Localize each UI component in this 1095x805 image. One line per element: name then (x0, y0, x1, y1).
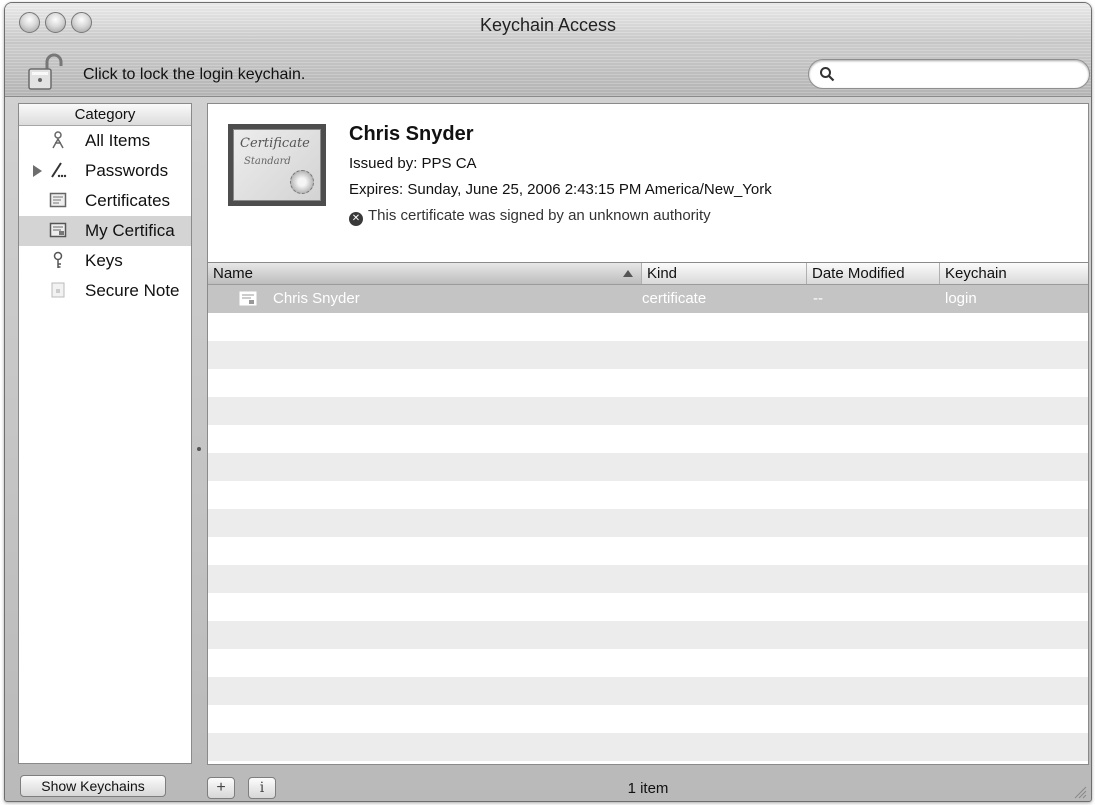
empty-table-row (208, 537, 1088, 565)
certificate-warning: ✕ This certificate was signed by an unkno… (349, 207, 711, 226)
column-header-kind[interactable]: Kind (642, 263, 807, 284)
keychain-access-window: Keychain Access Click to lock the login … (4, 2, 1092, 802)
toolbar: Click to lock the login keychain. (5, 45, 1091, 97)
empty-table-row (208, 313, 1088, 341)
sidebar-item-my-certificates[interactable]: My Certifica (19, 216, 191, 246)
cell-name: Chris Snyder (273, 290, 360, 307)
empty-table-row (208, 481, 1088, 509)
empty-table-row (208, 509, 1088, 537)
lock-keychain-label[interactable]: Click to lock the login keychain. (83, 66, 305, 84)
empty-table-row (208, 397, 1088, 425)
my-certificates-icon (49, 222, 67, 238)
passwords-icon (51, 162, 67, 178)
search-field[interactable] (808, 59, 1090, 89)
disclosure-triangle-icon[interactable] (33, 165, 42, 177)
error-icon: ✕ (349, 212, 363, 226)
table-row[interactable]: Chris Snyder certificate -- login (208, 285, 1088, 313)
sidebar-item-label: Secure Note (85, 281, 180, 300)
all-items-icon (52, 131, 64, 149)
certificate-paper-icon: Certificate Standard (233, 129, 321, 201)
unlocked-padlock-icon (28, 53, 63, 90)
certificate-seal-icon (290, 170, 314, 194)
empty-table-row (208, 593, 1088, 621)
category-header: Category (19, 104, 191, 126)
sidebar-item-certificates[interactable]: Certificates (19, 186, 191, 216)
resize-grip-icon[interactable] (1071, 783, 1087, 799)
empty-table-row (208, 705, 1088, 733)
empty-table-row (208, 565, 1088, 593)
sidebar-item-label: Passwords (85, 161, 169, 180)
empty-table-row (208, 341, 1088, 369)
search-input[interactable] (841, 64, 1081, 84)
certificate-thumb-subtitle: Standard (244, 156, 291, 167)
column-header-label: Name (213, 265, 254, 282)
sidebar-item-all-items[interactable]: All Items (19, 126, 191, 156)
item-count: 1 item (627, 780, 669, 797)
column-header-label: Date Modified (812, 265, 905, 282)
table-body: Chris Snyder certificate -- login (208, 285, 1088, 761)
certificates-icon (49, 192, 67, 208)
cell-date-modified: -- (813, 290, 823, 307)
certificate-expiration: Expires: Sunday, June 25, 2006 2:43:15 P… (349, 181, 772, 198)
bottom-bar: Show Keychains + i 1 item (5, 767, 1091, 801)
column-header-name[interactable]: Name (208, 263, 642, 284)
column-header-label: Keychain (945, 265, 1007, 282)
column-header-label: Kind (647, 265, 678, 282)
sidebar-item-passwords[interactable]: Passwords (19, 156, 191, 186)
empty-table-row (208, 453, 1088, 481)
sidebar-item-label: Certificates (85, 191, 171, 210)
cell-kind: certificate (642, 290, 707, 307)
table-header: Name Kind Date Modified Keychain (208, 263, 1088, 285)
certificate-detail-pane: Certificate Standard Chris Snyder Issued… (207, 103, 1089, 262)
category-sidebar: Category All Items Passwords Certificate… (18, 103, 192, 764)
title-bar[interactable]: Keychain Access (5, 3, 1091, 45)
keys-icon (53, 251, 63, 268)
certificate-icon (239, 291, 257, 306)
keychain-items-table: Name Kind Date Modified Keychain Chris S… (207, 262, 1089, 765)
empty-table-row (208, 369, 1088, 397)
certificate-issuer: Issued by: PPS CA (349, 155, 477, 172)
empty-table-row (208, 733, 1088, 761)
sidebar-item-label: My Certifica (85, 221, 175, 240)
certificate-name: Chris Snyder (349, 123, 474, 145)
certificate-thumbnail: Certificate Standard (228, 124, 326, 206)
empty-table-row (208, 425, 1088, 453)
sidebar-item-keys[interactable]: Keys (19, 246, 191, 276)
window-title: Keychain Access (479, 15, 617, 35)
column-header-date-modified[interactable]: Date Modified (807, 263, 940, 284)
empty-table-row (208, 621, 1088, 649)
certificate-thumb-title: Certificate (240, 136, 310, 151)
secure-notes-icon (51, 282, 65, 298)
unlocked-padlock-button[interactable] (27, 53, 63, 91)
search-icon (820, 67, 835, 82)
split-view-handle[interactable] (197, 447, 201, 451)
empty-table-row (208, 677, 1088, 705)
empty-table-row (208, 649, 1088, 677)
sidebar-item-label: Keys (85, 251, 123, 270)
sidebar-item-label: All Items (85, 131, 151, 150)
cell-keychain: login (945, 290, 977, 307)
sort-ascending-icon (623, 270, 633, 277)
certificate-warning-text: This certificate was signed by an unknow… (368, 207, 711, 224)
sidebar-item-secure-notes[interactable]: Secure Note (19, 276, 191, 306)
column-header-keychain[interactable]: Keychain (940, 263, 1088, 284)
